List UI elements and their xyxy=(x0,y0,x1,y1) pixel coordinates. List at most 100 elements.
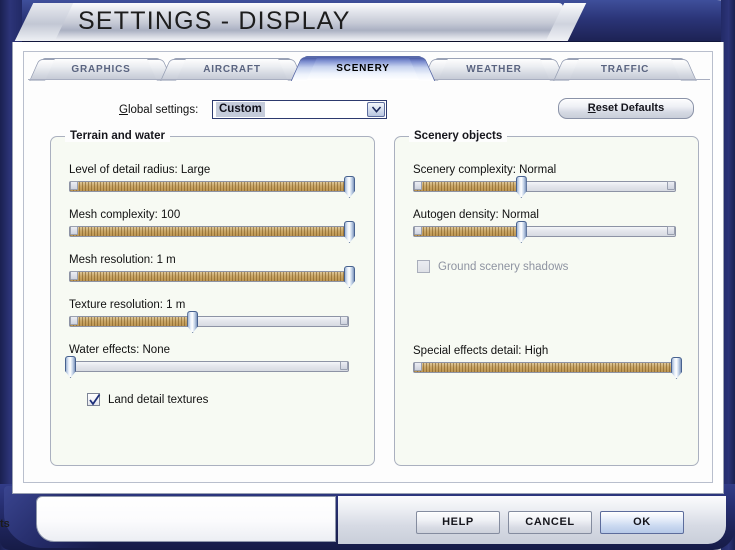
slider-thumb[interactable] xyxy=(516,176,527,198)
slider-thumb[interactable] xyxy=(344,176,355,198)
slider-texture-resolution[interactable] xyxy=(69,315,349,328)
tab-graphics-label: GRAPHICS xyxy=(71,64,130,75)
slider-endcap-left xyxy=(414,181,422,190)
footer-bar: ts HELP CANCEL OK xyxy=(0,492,735,550)
tab-aircraft[interactable]: AIRCRAFT xyxy=(173,58,291,80)
checkbox-land-detail-textures[interactable] xyxy=(87,393,100,406)
slider-label-scenery-complexity: Scenery complexity: Normal xyxy=(413,164,676,176)
checkbox-row-land-detail-textures[interactable]: Land detail textures xyxy=(87,393,208,406)
tab-scenery-label: SCENERY xyxy=(336,63,390,74)
slider-track[interactable] xyxy=(413,362,676,373)
slider-mesh-complexity[interactable] xyxy=(69,225,349,238)
slider-endcap-left xyxy=(70,181,78,190)
slider-label-water-effects: Water effects: None xyxy=(69,344,349,356)
global-settings-select[interactable]: Custom xyxy=(212,100,387,119)
footer-left-panel xyxy=(36,496,336,542)
title-bar: SETTINGS - DISPLAY xyxy=(50,3,563,41)
slider-fill xyxy=(70,317,192,326)
slider-thumb[interactable] xyxy=(65,356,76,378)
checkbox-ground-scenery-shadows[interactable] xyxy=(417,260,430,273)
tab-traffic-label: TRAFFIC xyxy=(601,64,649,75)
tab-aircraft-label: AIRCRAFT xyxy=(203,64,261,75)
slider-endcap-left xyxy=(70,271,78,280)
slider-thumb[interactable] xyxy=(671,357,682,379)
slider-fill xyxy=(414,227,521,236)
slider-label-mesh-resolution: Mesh resolution: 1 m xyxy=(69,254,349,266)
reset-defaults-mnemonic: R xyxy=(588,102,596,114)
slider-track[interactable] xyxy=(69,226,349,237)
chevron-down-icon[interactable] xyxy=(367,102,385,117)
slider-row-mesh-resolution: Mesh resolution: 1 m xyxy=(69,254,349,283)
tab-edge-right xyxy=(671,59,697,81)
tab-graphics[interactable]: GRAPHICS xyxy=(42,58,160,80)
slider-autogen-density[interactable] xyxy=(413,225,676,238)
group-terrain-title: Terrain and water xyxy=(65,130,170,142)
slider-row-scenery-complexity: Scenery complexity: Normal xyxy=(413,164,676,193)
slider-row-texture-resolution: Texture resolution: 1 m xyxy=(69,299,349,328)
settings-display-window: SETTINGS - DISPLAY GRAPHICS AIRCRAFT xyxy=(0,0,735,550)
slider-endcap-left xyxy=(414,362,422,371)
global-settings-label: Global settings: xyxy=(119,104,198,116)
group-terrain-and-water: Terrain and water Level of detail radius… xyxy=(50,136,375,466)
group-scenery-objects-title: Scenery objects xyxy=(409,130,507,142)
slider-label-special-effects-detail: Special effects detail: High xyxy=(413,345,676,357)
slider-track[interactable] xyxy=(69,181,349,192)
slider-endcap-right xyxy=(667,181,675,190)
slider-row-special-effects-detail: Special effects detail: High xyxy=(413,345,676,374)
slider-endcap-right xyxy=(340,361,348,370)
tab-weather[interactable]: WEATHER xyxy=(435,58,553,80)
slider-special-effects-detail[interactable] xyxy=(413,361,676,374)
reset-defaults-button[interactable]: Reset Defaults xyxy=(558,98,694,119)
slider-endcap-left xyxy=(70,316,78,325)
slider-track[interactable] xyxy=(69,361,349,372)
slider-fill xyxy=(70,272,348,281)
dialog-body: GRAPHICS AIRCRAFT SCENERY WEATHER xyxy=(12,42,724,494)
slider-track[interactable] xyxy=(69,271,349,282)
slider-row-autogen-density: Autogen density: Normal xyxy=(413,209,676,238)
corner-text-fragment: ts xyxy=(0,518,10,530)
reset-defaults-label-rest: eset Defaults xyxy=(596,102,664,114)
tab-weather-label: WEATHER xyxy=(466,64,521,75)
slider-water-effects[interactable] xyxy=(69,360,349,373)
slider-fill xyxy=(70,182,348,191)
tabstrip: GRAPHICS AIRCRAFT SCENERY WEATHER xyxy=(38,58,698,80)
slider-label-mesh-complexity: Mesh complexity: 100 xyxy=(69,209,349,221)
global-settings-value: Custom xyxy=(216,102,265,117)
slider-mesh-resolution[interactable] xyxy=(69,270,349,283)
slider-track[interactable] xyxy=(413,226,676,237)
slider-row-level-of-detail-radius: Level of detail radius: Large xyxy=(69,164,349,193)
slider-label-level-of-detail-radius: Level of detail radius: Large xyxy=(69,164,349,176)
slider-thumb[interactable] xyxy=(187,311,198,333)
slider-track[interactable] xyxy=(413,181,676,192)
slider-label-texture-resolution: Texture resolution: 1 m xyxy=(69,299,349,311)
global-settings-mnemonic: G xyxy=(119,104,128,116)
slider-label-autogen-density: Autogen density: Normal xyxy=(413,209,676,221)
tab-scenery[interactable]: SCENERY xyxy=(304,56,422,80)
slider-track[interactable] xyxy=(69,316,349,327)
ok-button[interactable]: OK xyxy=(600,511,684,534)
slider-fill xyxy=(70,227,348,236)
slider-thumb[interactable] xyxy=(344,221,355,243)
cancel-button[interactable]: CANCEL xyxy=(508,511,592,534)
slider-scenery-complexity[interactable] xyxy=(413,180,676,193)
dialog-inner-panel: GRAPHICS AIRCRAFT SCENERY WEATHER xyxy=(23,51,713,483)
checkmark-icon xyxy=(88,392,101,407)
checkbox-label-land-detail-textures: Land detail textures xyxy=(108,394,208,406)
page-title: SETTINGS - DISPLAY xyxy=(78,7,351,36)
slider-thumb[interactable] xyxy=(516,221,527,243)
help-button[interactable]: HELP xyxy=(416,511,500,534)
slider-endcap-left xyxy=(70,226,78,235)
slider-fill xyxy=(414,363,675,372)
group-scenery-objects: Scenery objects Scenery complexity: Norm… xyxy=(394,136,699,466)
tab-traffic[interactable]: TRAFFIC xyxy=(566,58,684,80)
slider-endcap-right xyxy=(667,226,675,235)
slider-level-of-detail-radius[interactable] xyxy=(69,180,349,193)
slider-row-water-effects: Water effects: None xyxy=(69,344,349,373)
slider-thumb[interactable] xyxy=(344,266,355,288)
slider-endcap-right xyxy=(340,316,348,325)
slider-endcap-left xyxy=(414,226,422,235)
checkbox-row-ground-scenery-shadows[interactable]: Ground scenery shadows xyxy=(417,260,568,273)
global-settings-label-rest: lobal settings: xyxy=(128,104,198,116)
slider-row-mesh-complexity: Mesh complexity: 100 xyxy=(69,209,349,238)
slider-fill xyxy=(414,182,521,191)
